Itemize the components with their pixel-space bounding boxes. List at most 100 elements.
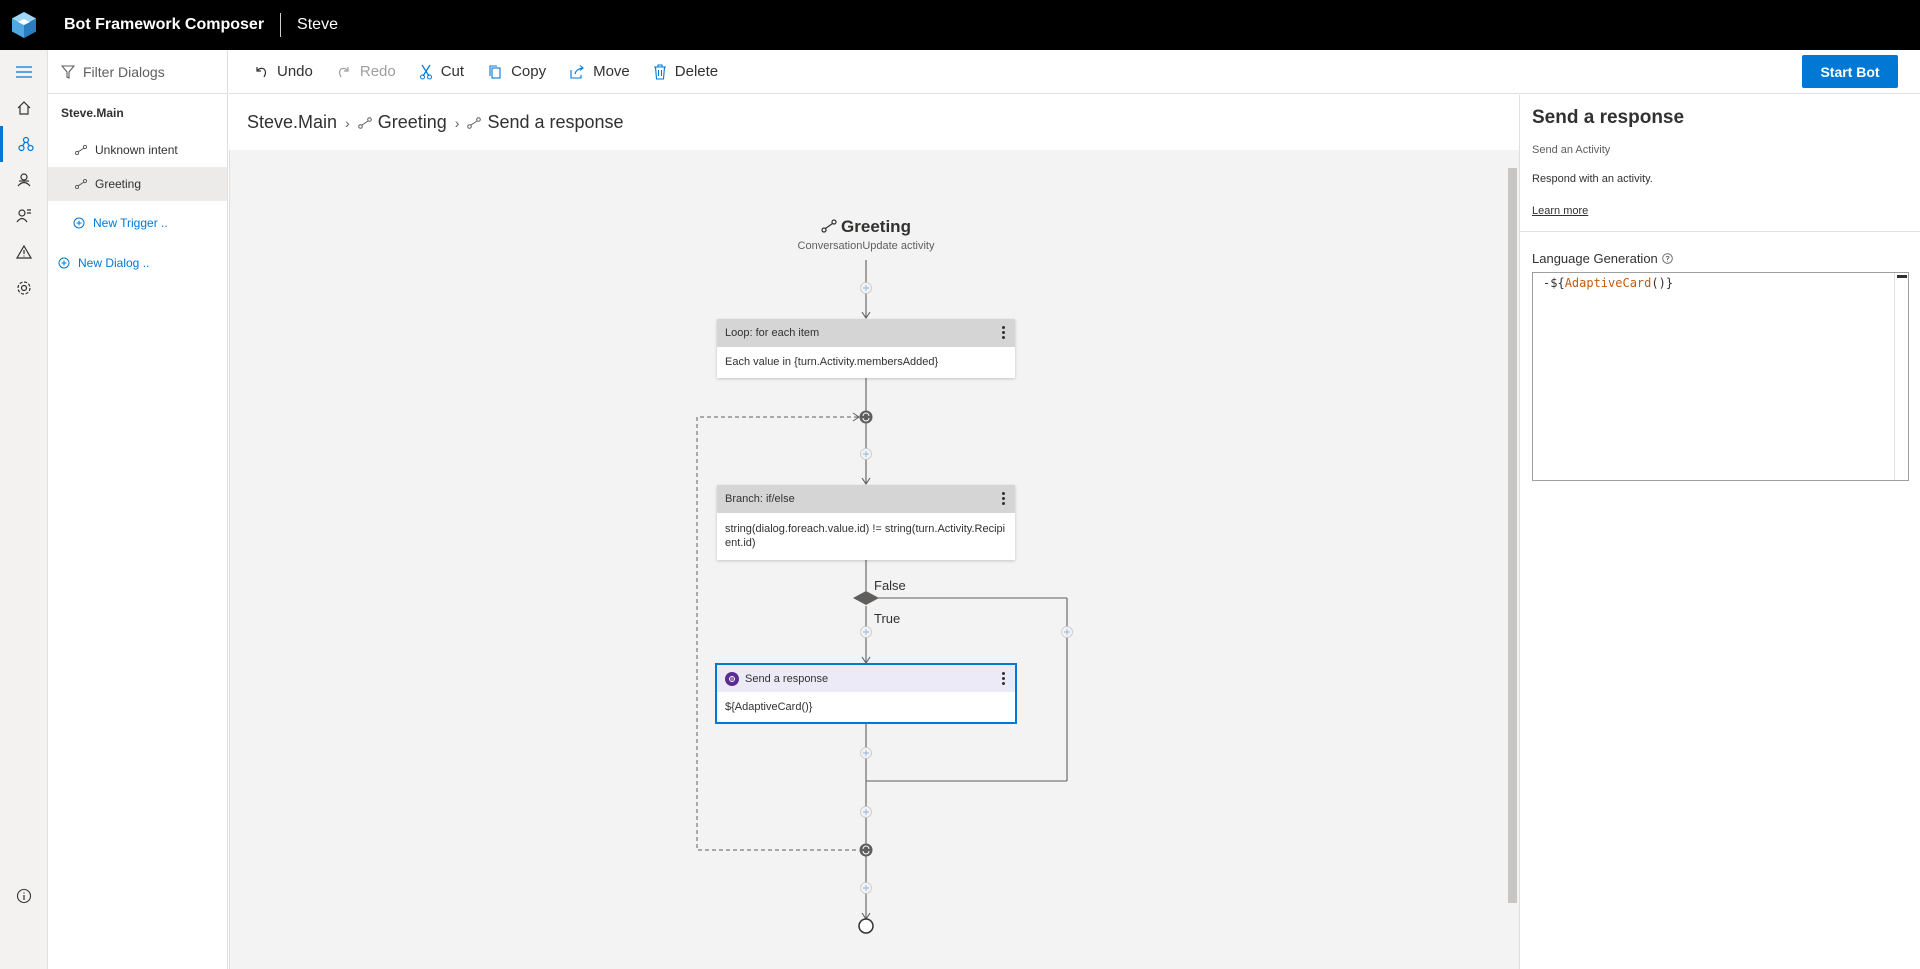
cut-label: Cut <box>440 63 465 80</box>
lg-code-function: AdaptiveCard <box>1564 276 1652 290</box>
breadcrumb-item[interactable]: Steve.Main <box>247 112 337 133</box>
app-header: Bot Framework Composer Steve <box>0 0 1920 50</box>
branch-node-header: Branch: if/else <box>717 485 1015 513</box>
breadcrumb-label: Send a response <box>487 112 624 132</box>
lg-code-prefix: -${ <box>1543 276 1565 290</box>
trigger-item-unknown-intent[interactable]: Unknown intent <box>48 133 227 167</box>
user-input-icon[interactable] <box>0 198 48 234</box>
breadcrumb: Steve.Main › Greeting › Send a response <box>229 95 1519 150</box>
trigger-icon <box>357 116 372 129</box>
copy-icon <box>489 64 501 79</box>
flow-canvas[interactable]: Greeting ConversationUpdate activity Loo… <box>229 150 1519 969</box>
new-dialog-label: New Dialog .. <box>78 256 150 270</box>
loop-node[interactable]: Loop: for each item Each value in {turn.… <box>717 319 1015 378</box>
send-response-header: Send a response <box>717 665 1015 692</box>
trigger-icon <box>75 179 87 189</box>
delete-button[interactable]: Delete <box>653 50 718 94</box>
false-label: False <box>874 578 906 593</box>
redo-label: Redo <box>359 63 396 80</box>
info-icon[interactable] <box>0 878 48 914</box>
trigger-label: Unknown intent <box>95 143 178 157</box>
start-bot-button[interactable]: Start Bot <box>1802 55 1898 88</box>
menu-icon[interactable] <box>0 54 48 90</box>
trigger-item-greeting[interactable]: Greeting <box>48 167 227 201</box>
copy-button[interactable]: Copy <box>487 50 546 94</box>
chevron-right-icon: › <box>345 114 350 131</box>
app-title: Bot Framework Composer <box>64 16 265 33</box>
cut-button[interactable]: Cut <box>419 50 464 94</box>
learn-more-link[interactable]: Learn more <box>1532 205 1588 217</box>
home-icon[interactable] <box>0 90 48 126</box>
undo-label: Undo <box>277 63 313 80</box>
more-icon[interactable] <box>1002 492 1005 505</box>
props-description: Respond with an activity. <box>1532 173 1653 185</box>
notifications-icon[interactable] <box>0 234 48 270</box>
more-icon[interactable] <box>1002 326 1005 339</box>
send-response-title: Send a response <box>745 672 829 685</box>
undo-button[interactable]: Undo <box>253 50 313 94</box>
filter-dialogs-input[interactable]: Filter Dialogs <box>48 50 227 94</box>
dialog-tree-panel: Filter Dialogs Steve.Main Unknown intent… <box>48 50 228 969</box>
lg-label: Language Generation <box>1532 251 1673 266</box>
trigger-title: Greeting <box>766 217 966 237</box>
canvas-vertical-scrollbar[interactable] <box>1506 150 1519 950</box>
loop-node-header: Loop: for each item <box>717 319 1015 347</box>
new-dialog-button[interactable]: New Dialog .. <box>48 246 227 280</box>
chevron-right-icon: › <box>454 114 460 131</box>
title-divider <box>280 13 282 37</box>
lg-code-suffix: ()} <box>1651 276 1674 290</box>
send-response-body: ${AdaptiveCard()} <box>725 701 813 713</box>
loop-node-title: Loop: for each item <box>725 327 820 339</box>
branch-node-title: Branch: if/else <box>725 493 795 505</box>
help-icon[interactable] <box>1662 253 1673 264</box>
canvas-horizontal-scrollbar[interactable] <box>230 954 1507 969</box>
toolbar: Undo Redo Cut Copy Move Delete Start Bot <box>229 50 1920 94</box>
add-icon <box>58 257 70 269</box>
move-icon <box>570 64 584 79</box>
redo-icon <box>338 66 349 77</box>
loop-node-body: Each value in {turn.Activity.membersAdde… <box>725 356 939 368</box>
filter-icon <box>61 64 75 79</box>
composer-logo-icon <box>9 10 39 40</box>
trigger-node[interactable]: Greeting ConversationUpdate activity <box>766 217 966 257</box>
bot-responses-icon[interactable] <box>0 162 48 198</box>
trigger-icon <box>467 116 482 129</box>
design-icon[interactable] <box>0 126 48 162</box>
trigger-icon <box>821 219 837 233</box>
copy-label: Copy <box>511 63 547 80</box>
true-label: True <box>874 611 901 626</box>
breadcrumb-item[interactable]: Send a response <box>467 112 624 133</box>
branch-node[interactable]: Branch: if/else string(dialog.foreach.va… <box>717 485 1015 560</box>
trigger-title-text: Greeting <box>841 217 911 236</box>
redo-button[interactable]: Redo <box>336 50 396 94</box>
new-trigger-label: New Trigger .. <box>93 216 168 230</box>
send-response-icon <box>725 671 739 686</box>
bot-name: Steve <box>297 16 338 33</box>
breadcrumb-label: Greeting <box>377 112 447 132</box>
delete-label: Delete <box>674 63 719 80</box>
lg-label-text: Language Generation <box>1532 251 1658 266</box>
property-panel: Send a response Send an Activity Respond… <box>1519 95 1920 969</box>
props-title: Send a response <box>1532 107 1685 128</box>
cut-icon <box>419 64 432 79</box>
settings-icon[interactable] <box>0 270 48 306</box>
filter-placeholder: Filter Dialogs <box>83 63 165 80</box>
move-label: Move <box>593 63 630 80</box>
more-icon[interactable] <box>1002 672 1005 685</box>
dialog-label: Steve.Main <box>61 106 124 120</box>
props-subtitle: Send an Activity <box>1532 144 1611 156</box>
trigger-label: Greeting <box>95 177 142 191</box>
new-trigger-button[interactable]: New Trigger .. <box>48 206 227 240</box>
send-response-node[interactable]: Send a response ${AdaptiveCard()} <box>715 663 1017 724</box>
nav-rail <box>0 50 48 969</box>
move-button[interactable]: Move <box>569 50 630 94</box>
dialog-item-main[interactable]: Steve.Main <box>48 96 227 130</box>
trash-icon <box>653 63 666 80</box>
breadcrumb-item[interactable]: Greeting <box>357 112 447 133</box>
lg-editor-scrollbar[interactable] <box>1894 273 1908 480</box>
props-divider <box>1520 231 1920 232</box>
lg-editor[interactable]: -${AdaptiveCard()} <box>1532 272 1909 481</box>
trigger-subtitle: ConversationUpdate activity <box>797 240 935 252</box>
add-icon <box>73 217 85 229</box>
trigger-icon <box>75 145 87 155</box>
